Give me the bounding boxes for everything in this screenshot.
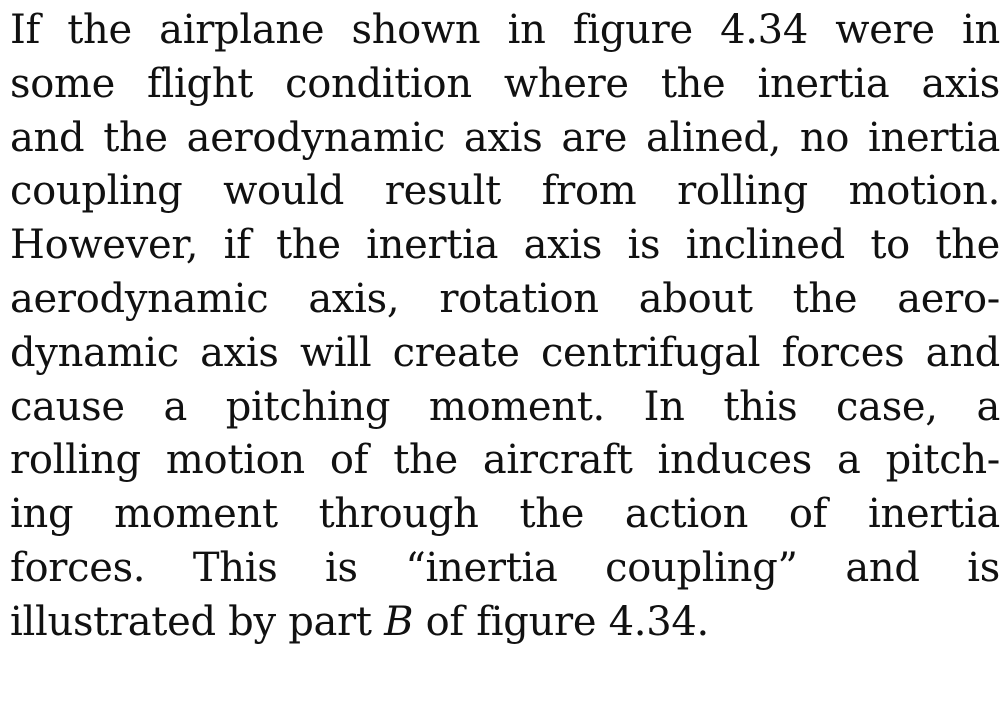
text-line-1: If the airplane shown in figure 4.34 wer…	[10, 7, 1000, 53]
text-line-12: illustrated by part B of figure 4.34.	[10, 596, 1000, 650]
document-page: If the airplane shown in figure 4.34 wer…	[0, 0, 1007, 705]
part-label-italic: B	[384, 598, 414, 645]
text-line-4: coupling would result from rolling motio…	[10, 168, 1000, 215]
text-line-8: cause a pitching moment. In this case, a	[10, 383, 1000, 430]
text-line-2: some flight condition where the inertia …	[10, 60, 1000, 107]
text-line-9: rolling motion of the aircraft induces a…	[10, 437, 1000, 484]
text-line-7: dynamic axis will create centrifugal for…	[10, 329, 1000, 376]
text-line-5: However, if the inertia axis is inclined…	[10, 222, 1000, 269]
body-paragraph: If the airplane shown in figure 4.34 wer…	[10, 4, 1000, 650]
text-line-6: aerodynamic axis, rotation about the aer…	[10, 275, 1000, 322]
text-line-12-start: illustrated by part	[10, 598, 385, 645]
text-line-3: and the aerodynamic axis are alined, no …	[10, 114, 1000, 161]
text-line-12-end: of figure 4.34.	[413, 598, 710, 645]
text-line-11: forces. This is “inertia coupling” and i…	[10, 544, 1000, 591]
text-line-10: ing moment through the action of inertia	[10, 491, 1000, 538]
